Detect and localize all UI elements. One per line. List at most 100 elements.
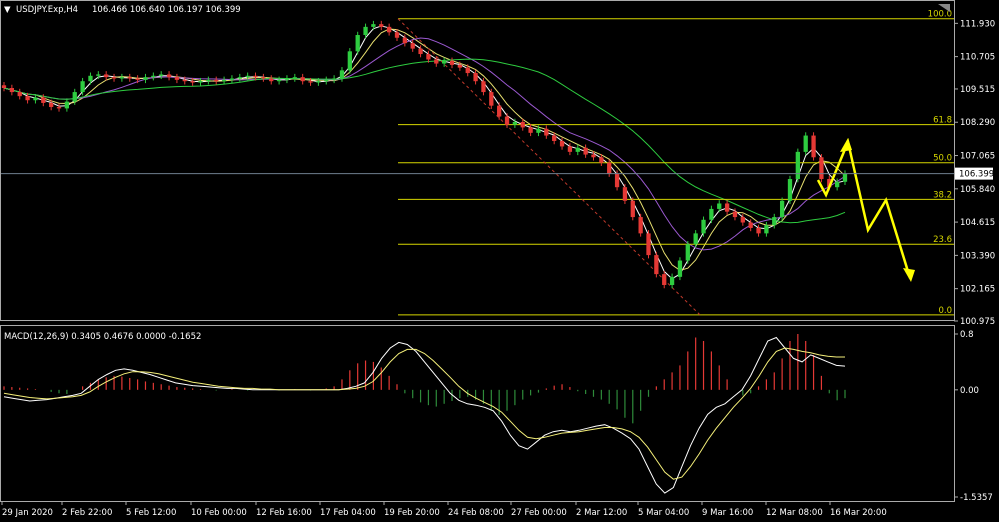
macd-tick-label: 0.8 (960, 330, 974, 340)
candle-body (237, 77, 242, 79)
candle-body (528, 127, 533, 133)
fib-label: 0.0 (938, 306, 952, 316)
candle-body (198, 81, 203, 83)
main-pane-border (0, 0, 955, 321)
candle-body (465, 67, 470, 74)
candle-body (104, 74, 109, 78)
candle-body (253, 75, 258, 78)
candle-body (229, 78, 235, 80)
candle-body (811, 135, 816, 158)
ma-long-line (3, 58, 846, 224)
fib-label: 100.0 (928, 10, 952, 20)
candle-body (261, 77, 266, 79)
fib-label: 50.0 (933, 154, 952, 164)
candle-body (25, 96, 30, 101)
candle-body (544, 128, 549, 136)
candle-body (324, 79, 329, 82)
candle-body (206, 79, 211, 82)
time-tick-label: 19 Feb 20:00 (384, 508, 440, 518)
candle-body (72, 92, 77, 102)
candle-body (347, 51, 352, 71)
candle-body (795, 151, 800, 180)
candle-body (740, 217, 745, 223)
candle-body (17, 92, 22, 97)
candle-body (552, 135, 557, 141)
arrow-head-up (840, 138, 852, 152)
candle-body (779, 200, 785, 218)
candle-body (119, 77, 125, 79)
arrow-head-down (903, 268, 915, 282)
candle-body (331, 78, 337, 80)
macd-axis: 0.8 0.00 -1.5357 (954, 330, 993, 503)
price-tick-label: 111.930 (960, 19, 995, 29)
time-tick-label: 9 Mar 16:00 (702, 508, 753, 518)
candle-body (756, 227, 761, 234)
candle-body (567, 146, 573, 152)
fib-label: 38.2 (933, 190, 952, 200)
chart-title-arrow[interactable]: ▼ (4, 5, 11, 15)
macd-tick-label: -1.5357 (960, 493, 993, 503)
price-tick-label: 109.515 (960, 85, 995, 95)
candle-body (607, 162, 612, 174)
candle-body (646, 233, 651, 256)
candle-body (1, 85, 7, 89)
candle-body (182, 79, 187, 82)
price-tick-label: 105.840 (960, 185, 995, 195)
candle-body (457, 64, 463, 68)
candle-body (481, 81, 486, 93)
candle-body (834, 181, 840, 188)
time-axis: 29 Jan 2020 2 Feb 22:00 5 Feb 12:00 10 Feb … (1, 501, 887, 518)
ohlc-readout: 106.466 106.640 106.197 106.399 (92, 5, 241, 15)
candle-body (339, 70, 345, 79)
candle-body (787, 179, 793, 201)
fibonacci-levels: 100.0 61.8 50.0 38.2 23.6 0.0 (397, 10, 954, 316)
candle-body (166, 74, 172, 78)
current-price-value: 106.399 (959, 170, 994, 180)
time-tick-label: 2 Mar 12:00 (576, 508, 627, 518)
candle-body (41, 97, 46, 103)
candle-body (292, 77, 297, 79)
price-chart[interactable]: 100.0 61.8 50.0 38.2 23.6 0.0 111.930 110.705 1… (0, 0, 999, 522)
time-tick-label: 2 Feb 22:00 (62, 508, 112, 518)
candle-body (520, 121, 525, 128)
forecast-arrows (816, 137, 915, 282)
candle-body (127, 77, 132, 79)
candle-body (88, 75, 93, 82)
candle-body (300, 77, 305, 82)
time-tick-label: 5 Feb 12:00 (126, 508, 176, 518)
candle-body (685, 244, 690, 261)
candle-body (284, 78, 290, 80)
candle-body (497, 105, 502, 117)
candle-body (308, 81, 313, 83)
candle-body (842, 173, 848, 182)
ma-slow-line (3, 37, 846, 251)
time-tick-label: 29 Jan 2020 (2, 508, 53, 518)
candle-body (418, 48, 423, 55)
candle-body (819, 157, 824, 180)
candle-body (33, 97, 38, 101)
candle-body (379, 24, 384, 27)
price-tick-label: 103.390 (960, 251, 995, 261)
price-tick-label: 110.705 (960, 53, 995, 63)
candle-body (536, 128, 541, 133)
candle-body (559, 140, 565, 147)
time-tick-label: 5 Mar 04:00 (638, 508, 689, 518)
macd-indicator (3, 334, 846, 494)
candle-body (599, 157, 604, 163)
candle-body (9, 88, 15, 93)
candle-body (49, 102, 54, 108)
macd-title: MACD(12,26,9) 0.3405 0.4676 0.0000 -0.16… (4, 332, 201, 342)
price-tick-label: 108.290 (960, 118, 995, 128)
candle-body (56, 107, 62, 109)
macd-pane-border (0, 325, 955, 502)
candle-body (269, 78, 274, 82)
candle-body (764, 225, 769, 234)
time-tick-label: 10 Feb 00:00 (191, 508, 247, 518)
candle-body (583, 147, 588, 155)
candle-body (717, 203, 722, 209)
candle-body (622, 187, 628, 201)
time-tick-label: 24 Feb 08:00 (448, 508, 504, 518)
candle-body (575, 147, 580, 152)
candle-body (434, 59, 439, 64)
fib-label: 23.6 (933, 235, 952, 245)
